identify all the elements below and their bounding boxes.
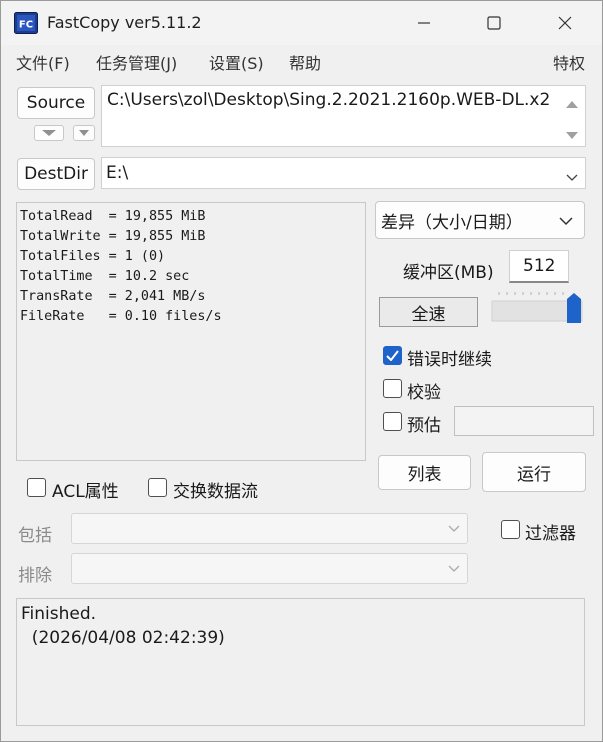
scroll-up-arrow[interactable] — [565, 94, 579, 113]
chevron-down-icon — [566, 174, 578, 181]
buffer-label: 缓冲区(MB) — [403, 263, 494, 283]
stat-total-time: TotalTime = 10.2 sec — [20, 269, 190, 284]
exclude-label: 排除 — [18, 566, 52, 586]
filter-label: 过滤器 — [525, 524, 576, 544]
checkmark-icon — [386, 350, 399, 361]
stats-panel: TotalRead = 19,855 MiB TotalWrite = 19,8… — [16, 202, 366, 461]
copy-mode-dropdown[interactable]: 差异（大小/日期） — [375, 201, 585, 239]
source-path-text: C:\Users\zol\Desktop\Sing.2.2021.2160p.W… — [107, 90, 551, 110]
speed-slider[interactable] — [491, 289, 583, 325]
include-label: 包括 — [18, 526, 52, 546]
minimize-button[interactable] — [401, 1, 447, 45]
buffer-size-input[interactable]: 512 — [509, 250, 569, 283]
menu-privilege[interactable]: 特权 — [553, 50, 585, 74]
run-button-label: 运行 — [517, 464, 551, 485]
continue-on-error-label: 错误时继续 — [407, 350, 492, 370]
alternate-streams-checkbox[interactable] — [148, 478, 167, 497]
list-button-label: 列表 — [407, 465, 442, 485]
minimize-icon — [418, 22, 430, 24]
chevron-down-icon — [448, 565, 460, 572]
speed-indicator: 全速 — [379, 297, 478, 327]
estimate-checkbox[interactable] — [383, 412, 402, 431]
maximize-button[interactable] — [471, 1, 517, 45]
stat-total-files: TotalFiles = 1 (0) — [20, 249, 166, 264]
source-history-button-1[interactable] — [34, 125, 64, 141]
menu-file[interactable]: 文件(F) — [16, 50, 70, 74]
menu-job[interactable]: 任务管理(J) — [96, 50, 177, 74]
log-line-status: Finished. — [21, 604, 97, 624]
speed-slider-graphic — [491, 292, 583, 323]
acl-label: ACL属性 — [52, 482, 119, 502]
fastcopy-app-icon: FC — [14, 12, 38, 34]
chevron-down-icon — [448, 525, 460, 532]
verify-checkbox[interactable] — [383, 379, 402, 398]
destdir-button-label: DestDir — [24, 164, 88, 184]
triangle-down-icon — [42, 130, 56, 136]
slider-thumb[interactable] — [567, 293, 581, 323]
stat-total-read: TotalRead = 19,855 MiB — [20, 209, 206, 224]
filter-checkbox[interactable] — [501, 520, 520, 539]
exclude-combobox[interactable] — [71, 553, 468, 584]
stat-file-rate: FileRate = 0.10 files/s — [20, 309, 222, 324]
scroll-down-arrow[interactable] — [565, 126, 579, 145]
copy-mode-value: 差异（大小/日期） — [381, 212, 523, 233]
close-icon — [558, 16, 572, 30]
scroll-down-icon — [566, 132, 578, 139]
list-button[interactable]: 列表 — [378, 455, 471, 490]
close-button[interactable] — [542, 1, 588, 45]
buffer-size-value: 512 — [523, 256, 556, 276]
chevron-down-icon — [559, 217, 573, 226]
svg-text:FC: FC — [19, 20, 33, 31]
dest-path-combobox[interactable]: E:\ — [101, 157, 586, 189]
source-button[interactable]: Source — [17, 87, 95, 119]
stat-total-write: TotalWrite = 19,855 MiB — [20, 229, 206, 244]
stat-trans-rate: TransRate = 2,041 MB/s — [20, 289, 206, 304]
dest-path-text: E:\ — [106, 163, 129, 183]
acl-checkbox[interactable] — [27, 478, 46, 497]
estimate-field — [454, 406, 594, 436]
continue-on-error-checkbox[interactable] — [383, 346, 402, 365]
menu-settings[interactable]: 设置(S) — [209, 50, 264, 74]
source-button-label: Source — [26, 93, 86, 113]
include-combobox[interactable] — [71, 513, 468, 544]
speed-label: 全速 — [411, 304, 446, 325]
status-log: Finished. (2026/04/08 02:42:39) — [16, 598, 585, 726]
log-line-timestamp: (2026/04/08 02:42:39) — [21, 628, 225, 648]
alternate-streams-label: 交换数据流 — [173, 482, 258, 502]
window-title: FastCopy ver5.11.2 — [47, 13, 202, 32]
triangle-down-icon — [79, 130, 89, 136]
dest-dropdown-arrow[interactable] — [565, 168, 579, 187]
verify-label: 校验 — [407, 383, 441, 403]
scroll-up-icon — [566, 101, 578, 108]
estimate-label: 预估 — [407, 416, 441, 436]
source-path-field[interactable]: C:\Users\zol\Desktop\Sing.2.2021.2160p.W… — [101, 85, 586, 147]
source-history-button-2[interactable] — [73, 125, 95, 141]
run-button[interactable]: 运行 — [482, 452, 586, 492]
destdir-button[interactable]: DestDir — [17, 158, 95, 190]
fastcopy-window: FC FastCopy ver5.11.2 文件(F) 任务管理(J) 设置(S… — [0, 0, 603, 742]
maximize-icon — [487, 16, 501, 30]
menu-help[interactable]: 帮助 — [289, 50, 321, 74]
